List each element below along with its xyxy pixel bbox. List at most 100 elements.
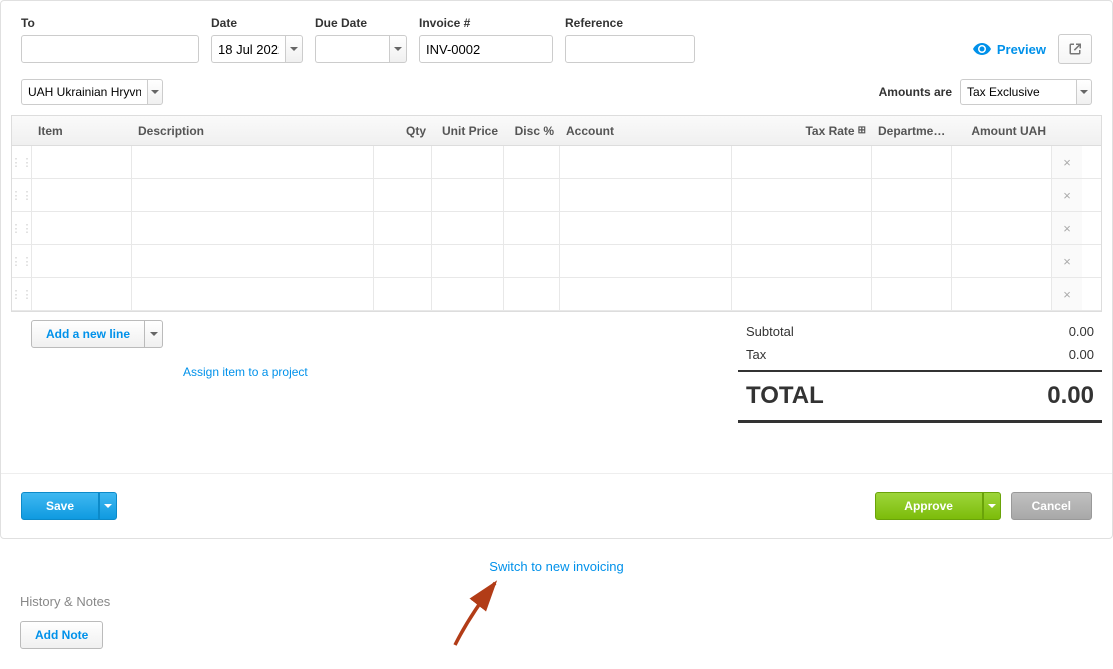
delete-row-button[interactable]: ×	[1052, 245, 1082, 277]
amounts-dropdown-button[interactable]	[1076, 79, 1092, 105]
cell-item[interactable]	[32, 278, 132, 310]
add-line-button[interactable]: Add a new line	[31, 320, 145, 348]
switch-invoicing-link[interactable]: Switch to new invoicing	[20, 559, 1093, 574]
reference-input[interactable]	[565, 35, 695, 63]
cell-discount[interactable]	[504, 179, 560, 211]
cancel-button[interactable]: Cancel	[1011, 492, 1092, 520]
delete-row-button[interactable]: ×	[1052, 146, 1082, 178]
annotation-arrow-icon	[440, 575, 520, 655]
cell-amount[interactable]	[952, 212, 1052, 244]
cell-discount[interactable]	[504, 245, 560, 277]
add-line-dropdown[interactable]	[145, 320, 163, 348]
invoice-number-label: Invoice #	[419, 16, 553, 30]
subtotal-label: Subtotal	[746, 324, 794, 339]
cell-item[interactable]	[32, 146, 132, 178]
drag-handle-icon[interactable]: ⋮⋮	[12, 179, 32, 211]
cell-amount[interactable]	[952, 245, 1052, 277]
due-date-dropdown-button[interactable]	[389, 35, 407, 63]
col-item: Item	[32, 124, 132, 138]
chevron-down-icon	[394, 47, 402, 51]
cell-description[interactable]	[132, 245, 374, 277]
cell-qty[interactable]	[374, 278, 432, 310]
cell-unit-price[interactable]	[432, 179, 504, 211]
cell-department[interactable]	[872, 278, 952, 310]
add-note-button[interactable]: Add Note	[20, 621, 103, 649]
currency-dropdown-button[interactable]	[147, 79, 163, 105]
cell-qty[interactable]	[374, 146, 432, 178]
amounts-are-label: Amounts are	[879, 85, 952, 99]
cell-unit-price[interactable]	[432, 146, 504, 178]
col-account: Account	[560, 124, 732, 138]
chevron-down-icon	[104, 504, 112, 508]
chevron-down-icon	[1080, 90, 1088, 94]
total-value: 0.00	[1047, 382, 1094, 410]
invoice-number-input[interactable]	[419, 35, 553, 63]
drag-handle-icon[interactable]: ⋮⋮	[12, 245, 32, 277]
cell-account[interactable]	[560, 179, 732, 211]
cell-qty[interactable]	[374, 212, 432, 244]
date-dropdown-button[interactable]	[285, 35, 303, 63]
cell-description[interactable]	[132, 146, 374, 178]
cell-discount[interactable]	[504, 278, 560, 310]
drag-handle-icon[interactable]: ⋮⋮	[12, 146, 32, 178]
save-button[interactable]: Save	[21, 492, 99, 520]
chevron-down-icon	[988, 504, 996, 508]
col-unit-price: Unit Price	[432, 124, 504, 138]
cell-description[interactable]	[132, 212, 374, 244]
due-date-input[interactable]	[315, 35, 389, 63]
preview-link[interactable]: Preview	[973, 42, 1046, 57]
cell-qty[interactable]	[374, 179, 432, 211]
save-dropdown[interactable]	[99, 492, 117, 520]
cell-unit-price[interactable]	[432, 245, 504, 277]
cell-department[interactable]	[872, 245, 952, 277]
cell-department[interactable]	[872, 146, 952, 178]
cell-discount[interactable]	[504, 212, 560, 244]
open-external-button[interactable]	[1058, 34, 1092, 64]
cell-unit-price[interactable]	[432, 212, 504, 244]
tax-value: 0.00	[1069, 347, 1094, 362]
line-item-row: ⋮⋮ ×	[12, 278, 1101, 311]
cell-account[interactable]	[560, 212, 732, 244]
cell-unit-price[interactable]	[432, 278, 504, 310]
cell-description[interactable]	[132, 179, 374, 211]
approve-dropdown[interactable]	[983, 492, 1001, 520]
col-tax-rate[interactable]: Tax Rate⊞	[732, 124, 872, 138]
cell-amount[interactable]	[952, 278, 1052, 310]
cell-discount[interactable]	[504, 146, 560, 178]
line-items-grid: Item Description Qty Unit Price Disc % A…	[11, 115, 1102, 312]
cell-account[interactable]	[560, 146, 732, 178]
approve-button[interactable]: Approve	[875, 492, 983, 520]
delete-row-button[interactable]: ×	[1052, 212, 1082, 244]
settings-icon: ⊞	[858, 125, 866, 136]
line-item-row: ⋮⋮ ×	[12, 146, 1101, 179]
col-description: Description	[132, 124, 374, 138]
cell-amount[interactable]	[952, 179, 1052, 211]
cell-tax-rate[interactable]	[732, 278, 872, 310]
date-label: Date	[211, 16, 303, 30]
amounts-are-select[interactable]	[960, 79, 1076, 105]
currency-select[interactable]	[21, 79, 147, 105]
cell-tax-rate[interactable]	[732, 245, 872, 277]
due-date-label: Due Date	[315, 16, 407, 30]
to-input[interactable]	[21, 35, 199, 63]
cell-tax-rate[interactable]	[732, 179, 872, 211]
delete-row-button[interactable]: ×	[1052, 179, 1082, 211]
drag-handle-icon[interactable]: ⋮⋮	[12, 212, 32, 244]
cell-account[interactable]	[560, 245, 732, 277]
cell-account[interactable]	[560, 278, 732, 310]
cell-tax-rate[interactable]	[732, 146, 872, 178]
cell-item[interactable]	[32, 179, 132, 211]
cell-amount[interactable]	[952, 146, 1052, 178]
assign-item-link[interactable]: Assign item to a project	[183, 365, 308, 379]
cell-department[interactable]	[872, 212, 952, 244]
drag-handle-icon[interactable]: ⋮⋮	[12, 278, 32, 310]
delete-row-button[interactable]: ×	[1052, 278, 1082, 310]
cell-department[interactable]	[872, 179, 952, 211]
date-input[interactable]	[211, 35, 285, 63]
cell-description[interactable]	[132, 278, 374, 310]
line-item-row: ⋮⋮ ×	[12, 179, 1101, 212]
cell-qty[interactable]	[374, 245, 432, 277]
cell-item[interactable]	[32, 212, 132, 244]
cell-item[interactable]	[32, 245, 132, 277]
cell-tax-rate[interactable]	[732, 212, 872, 244]
